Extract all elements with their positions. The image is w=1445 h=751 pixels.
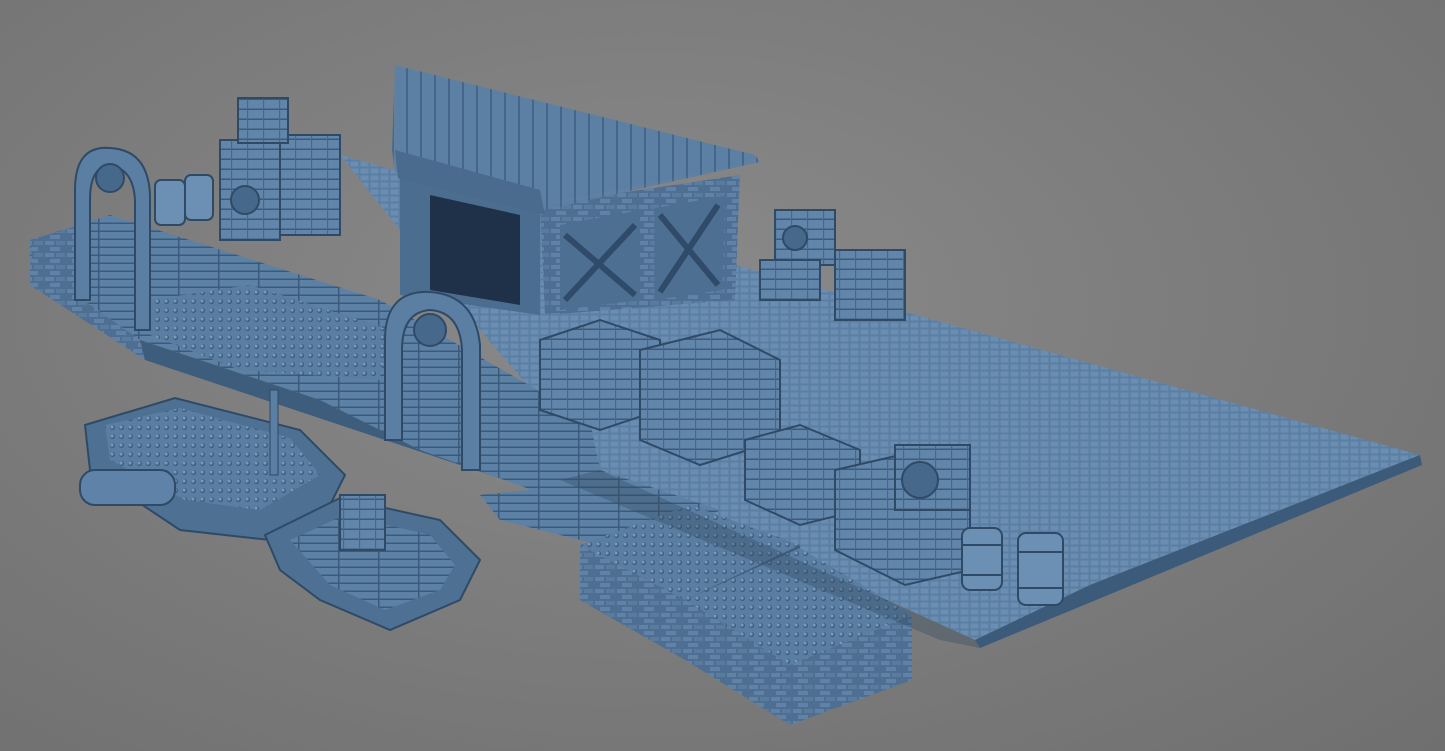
crate-stack xyxy=(219,97,341,241)
barrel xyxy=(961,527,1003,591)
barrel xyxy=(1017,532,1064,606)
dock-scene-render xyxy=(30,65,1422,725)
barrel xyxy=(154,174,214,226)
render-viewport[interactable] xyxy=(0,0,1445,751)
warehouse-building xyxy=(392,65,760,315)
